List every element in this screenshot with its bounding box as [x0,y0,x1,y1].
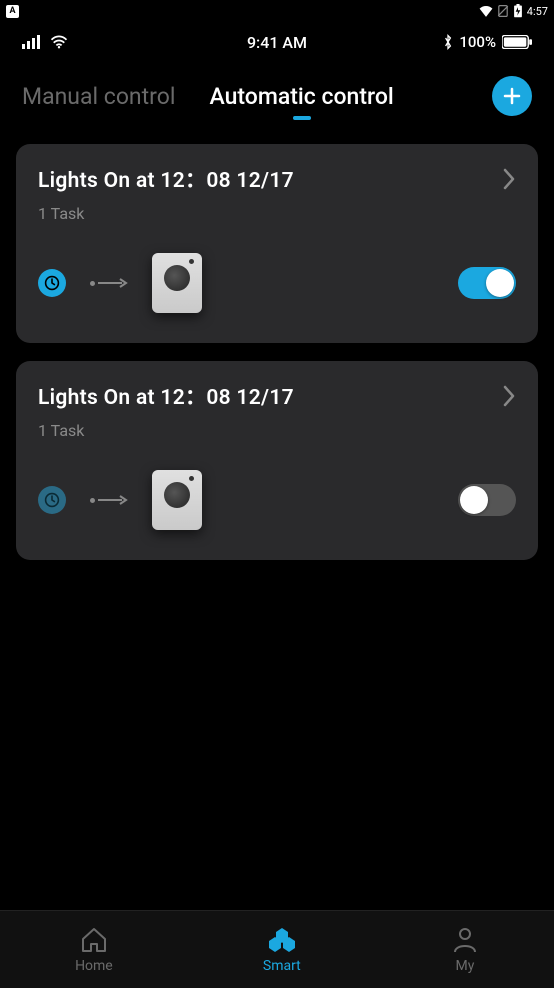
system-clock: 4:57 [527,5,548,18]
nav-home-label: Home [75,958,113,974]
battery-icon [502,35,532,49]
bottom-navigation: Home Smart My [0,910,554,988]
arrow-icon [90,495,128,505]
system-status-bar: A 4:57 [0,0,554,22]
device-thumbnail [152,470,202,530]
arrow-icon [90,278,128,288]
app-switch-badge: A [6,5,19,18]
automation-card[interactable]: Lights On at 12：08 12/17 1 Task [16,361,538,560]
automation-title: Lights On at 12：08 12/17 [38,381,294,411]
nav-home[interactable]: Home [75,926,113,974]
cellular-signal-icon [22,35,44,49]
app-status-bar: 9:41 AM 100% [0,22,554,62]
clock-icon [38,269,66,297]
nav-smart[interactable]: Smart [263,926,301,974]
automation-subtitle: 1 Task [38,204,516,223]
wifi-icon [479,5,493,17]
chevron-right-icon [502,385,516,407]
battery-percent: 100% [459,33,496,51]
wifi-icon [50,35,68,49]
automation-list: Lights On at 12：08 12/17 1 Task Ligh [0,126,554,578]
nav-my-label: My [455,958,474,974]
profile-icon [451,926,479,954]
clock-icon [38,486,66,514]
sim-disabled-icon [497,5,509,17]
nav-my[interactable]: My [451,926,479,974]
automation-title: Lights On at 12：08 12/17 [38,164,294,194]
chevron-right-icon [502,168,516,190]
automation-toggle[interactable] [458,484,516,516]
add-button[interactable] [492,76,532,116]
automation-subtitle: 1 Task [38,421,516,440]
device-thumbnail [152,253,202,313]
bluetooth-icon [443,34,453,50]
battery-charging-icon [513,4,523,18]
home-icon [79,926,109,954]
plus-icon [502,86,522,106]
tab-automatic-control[interactable]: Automatic control [209,83,393,110]
automation-toggle[interactable] [458,267,516,299]
control-tabs: Manual control Automatic control [0,62,554,126]
tab-manual-control[interactable]: Manual control [22,83,175,110]
nav-smart-label: Smart [263,958,301,974]
smart-icon [266,926,298,954]
automation-card[interactable]: Lights On at 12：08 12/17 1 Task [16,144,538,343]
